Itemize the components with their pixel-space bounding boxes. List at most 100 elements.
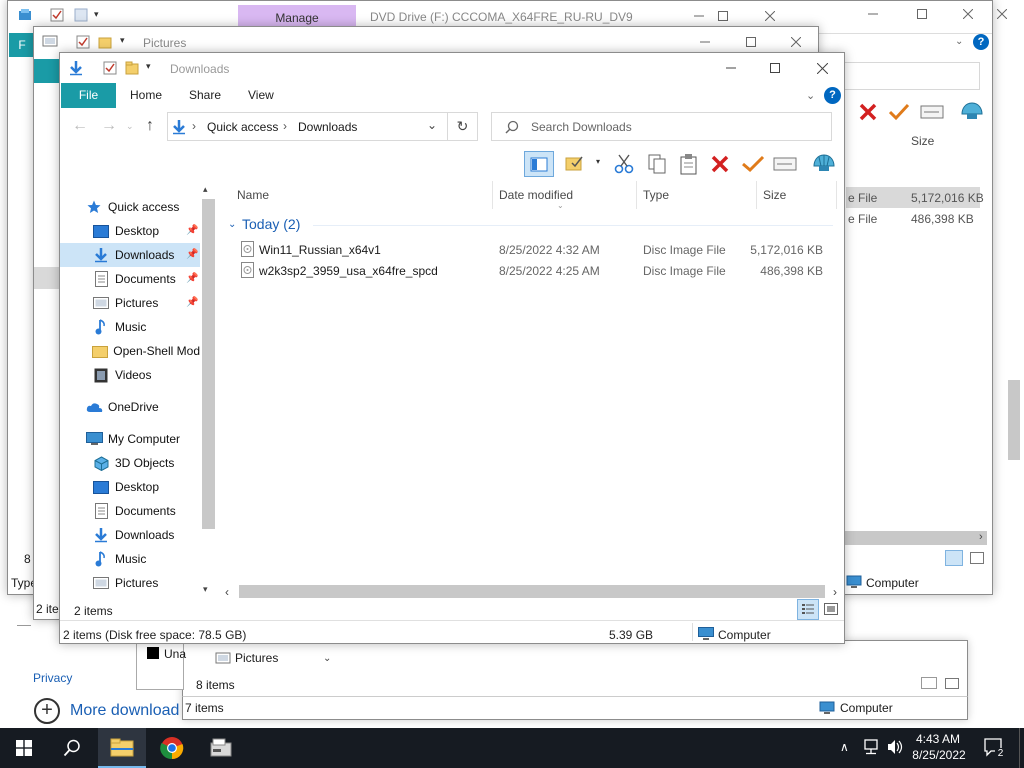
- group-collapse-icon[interactable]: ⌄: [228, 219, 236, 230]
- folder-icon[interactable]: [98, 35, 112, 52]
- column-header-date[interactable]: Date modified: [493, 181, 637, 209]
- rename-icon[interactable]: [920, 103, 944, 124]
- layout-pane-button[interactable]: [524, 151, 554, 177]
- details-view-button[interactable]: [945, 550, 963, 566]
- nav-item-desktop[interactable]: Desktop 📌: [60, 219, 200, 243]
- details-view-button[interactable]: [797, 599, 819, 620]
- tab-view[interactable]: View: [238, 83, 284, 107]
- breadcrumb-separator-icon[interactable]: ›: [192, 119, 196, 133]
- show-desktop-button[interactable]: [1019, 728, 1024, 768]
- qat-dropdown-icon[interactable]: ▾: [146, 61, 151, 72]
- scroll-left-arrow[interactable]: ‹: [225, 585, 229, 599]
- pin-icon[interactable]: 📌: [186, 273, 198, 285]
- checkbox[interactable]: [147, 647, 159, 659]
- cut-icon[interactable]: [613, 153, 635, 178]
- nav-scrollbar-thumb[interactable]: [202, 199, 215, 529]
- breadcrumb-downloads[interactable]: Downloads: [298, 120, 357, 134]
- minimize-button[interactable]: [708, 54, 754, 82]
- scroll-right-arrow[interactable]: ›: [979, 531, 983, 543]
- maximize-button[interactable]: [752, 54, 798, 82]
- table-row[interactable]: w2k3sp2_3959_usa_x64fre_spcd 8/25/2022 4…: [231, 260, 837, 281]
- breadcrumb-separator-icon[interactable]: ›: [283, 119, 287, 133]
- volume-icon[interactable]: [886, 739, 904, 758]
- copy-icon[interactable]: [646, 153, 668, 178]
- scroll-right-arrow[interactable]: ›: [833, 585, 837, 599]
- qat-dropdown-icon[interactable]: ▾: [120, 35, 125, 46]
- show-hidden-icons[interactable]: ∧: [840, 740, 849, 754]
- nav-scroll-up-arrow[interactable]: ▴: [203, 184, 208, 195]
- search-input[interactable]: Search Downloads: [491, 112, 832, 141]
- nav-item-music[interactable]: Music: [60, 315, 200, 339]
- close-button[interactable]: [799, 54, 844, 82]
- nav-item-pictures[interactable]: Pictures 📌: [60, 291, 200, 315]
- forward-button[interactable]: →: [101, 117, 117, 135]
- tab-share[interactable]: Share: [179, 83, 231, 107]
- close-button-back[interactable]: [962, 8, 974, 22]
- nav-item-pictures[interactable]: Pictures: [235, 651, 278, 665]
- more-downloads-link[interactable]: More download: [70, 702, 179, 720]
- file-tab[interactable]: F: [9, 33, 35, 57]
- start-button[interactable]: [0, 728, 48, 768]
- group-header[interactable]: Today (2): [242, 216, 300, 232]
- paste-icon[interactable]: [678, 153, 700, 178]
- close-button-far[interactable]: [996, 8, 1008, 22]
- tab-home[interactable]: Home: [120, 83, 172, 107]
- file-explorer-button[interactable]: [98, 728, 146, 768]
- select-check-icon[interactable]: [741, 154, 765, 177]
- nav-quick-access[interactable]: Quick access: [60, 195, 200, 219]
- address-bar[interactable]: › Quick access › Downloads ⌄: [167, 112, 448, 141]
- shell-icon[interactable]: [960, 100, 984, 127]
- table-row[interactable]: Win11_Russian_x64v1 8/25/2022 4:32 AM Di…: [231, 239, 837, 260]
- new-folder-icon[interactable]: [74, 8, 88, 22]
- nav-item-3d-objects[interactable]: 3D Objects: [60, 451, 200, 475]
- new-folder-icon[interactable]: [125, 61, 139, 78]
- tiles-view-button[interactable]: [970, 552, 984, 564]
- privacy-link[interactable]: Privacy: [33, 671, 72, 685]
- open-shell-icon[interactable]: [812, 152, 836, 179]
- rename-icon[interactable]: [773, 155, 797, 176]
- column-header-size[interactable]: Size: [757, 181, 837, 209]
- nav-item-downloads[interactable]: Downloads 📌: [60, 243, 200, 267]
- delete-icon[interactable]: [710, 154, 730, 177]
- minimize-button-back[interactable]: [868, 8, 878, 22]
- nav-scroll-down-arrow[interactable]: ▾: [203, 584, 208, 595]
- up-button[interactable]: ↑: [146, 117, 154, 135]
- add-icon[interactable]: +: [34, 698, 60, 724]
- network-icon[interactable]: [862, 739, 880, 758]
- nav-item-downloads-pc[interactable]: Downloads: [60, 523, 200, 547]
- pin-icon[interactable]: 📌: [186, 225, 198, 237]
- dropdown-arrow-icon[interactable]: ▾: [596, 157, 600, 166]
- ribbon-collapse-icon[interactable]: ⌄: [806, 89, 815, 102]
- vertical-scrollbar-back[interactable]: [1008, 380, 1020, 460]
- properties-icon[interactable]: [103, 61, 117, 78]
- horizontal-scrollbar-thumb[interactable]: [239, 585, 825, 598]
- properties-icon[interactable]: [50, 8, 64, 22]
- column-size[interactable]: Size: [911, 134, 934, 148]
- refresh-button[interactable]: ↻: [448, 112, 478, 141]
- nav-item-pictures-pc[interactable]: Pictures: [60, 571, 200, 595]
- check-icon[interactable]: [888, 102, 910, 125]
- ribbon-collapse-icon[interactable]: ⌄: [955, 36, 963, 47]
- nav-item-music-pc[interactable]: Music: [60, 547, 200, 571]
- search-button[interactable]: [48, 728, 96, 768]
- tiles-view-button[interactable]: [945, 678, 959, 689]
- properties-dropdown-icon[interactable]: [564, 153, 586, 178]
- qat-dropdown-icon[interactable]: ▾: [94, 9, 99, 20]
- large-icons-view-button[interactable]: [824, 603, 838, 615]
- column-header-type[interactable]: Type: [637, 181, 757, 209]
- back-button[interactable]: ←: [72, 117, 88, 135]
- clock-time[interactable]: 4:43 AM: [916, 732, 960, 746]
- breadcrumb-quick-access[interactable]: Quick access: [207, 120, 278, 134]
- scroll-down-arrow[interactable]: ⌄: [323, 653, 331, 664]
- recent-locations-button[interactable]: ⌄: [126, 121, 134, 132]
- horizontal-scrollbar[interactable]: [845, 531, 987, 545]
- file-tab[interactable]: [34, 59, 60, 83]
- delete-icon[interactable]: [858, 102, 878, 125]
- properties-icon[interactable]: [76, 35, 90, 52]
- tab-file[interactable]: File: [61, 83, 116, 108]
- installer-app-button[interactable]: [197, 728, 245, 768]
- address-dropdown-icon[interactable]: ⌄: [427, 118, 437, 132]
- nav-item-documents-pc[interactable]: Documents: [60, 499, 200, 523]
- nav-item-desktop-pc[interactable]: Desktop: [60, 475, 200, 499]
- clock-date[interactable]: 8/25/2022: [910, 748, 968, 762]
